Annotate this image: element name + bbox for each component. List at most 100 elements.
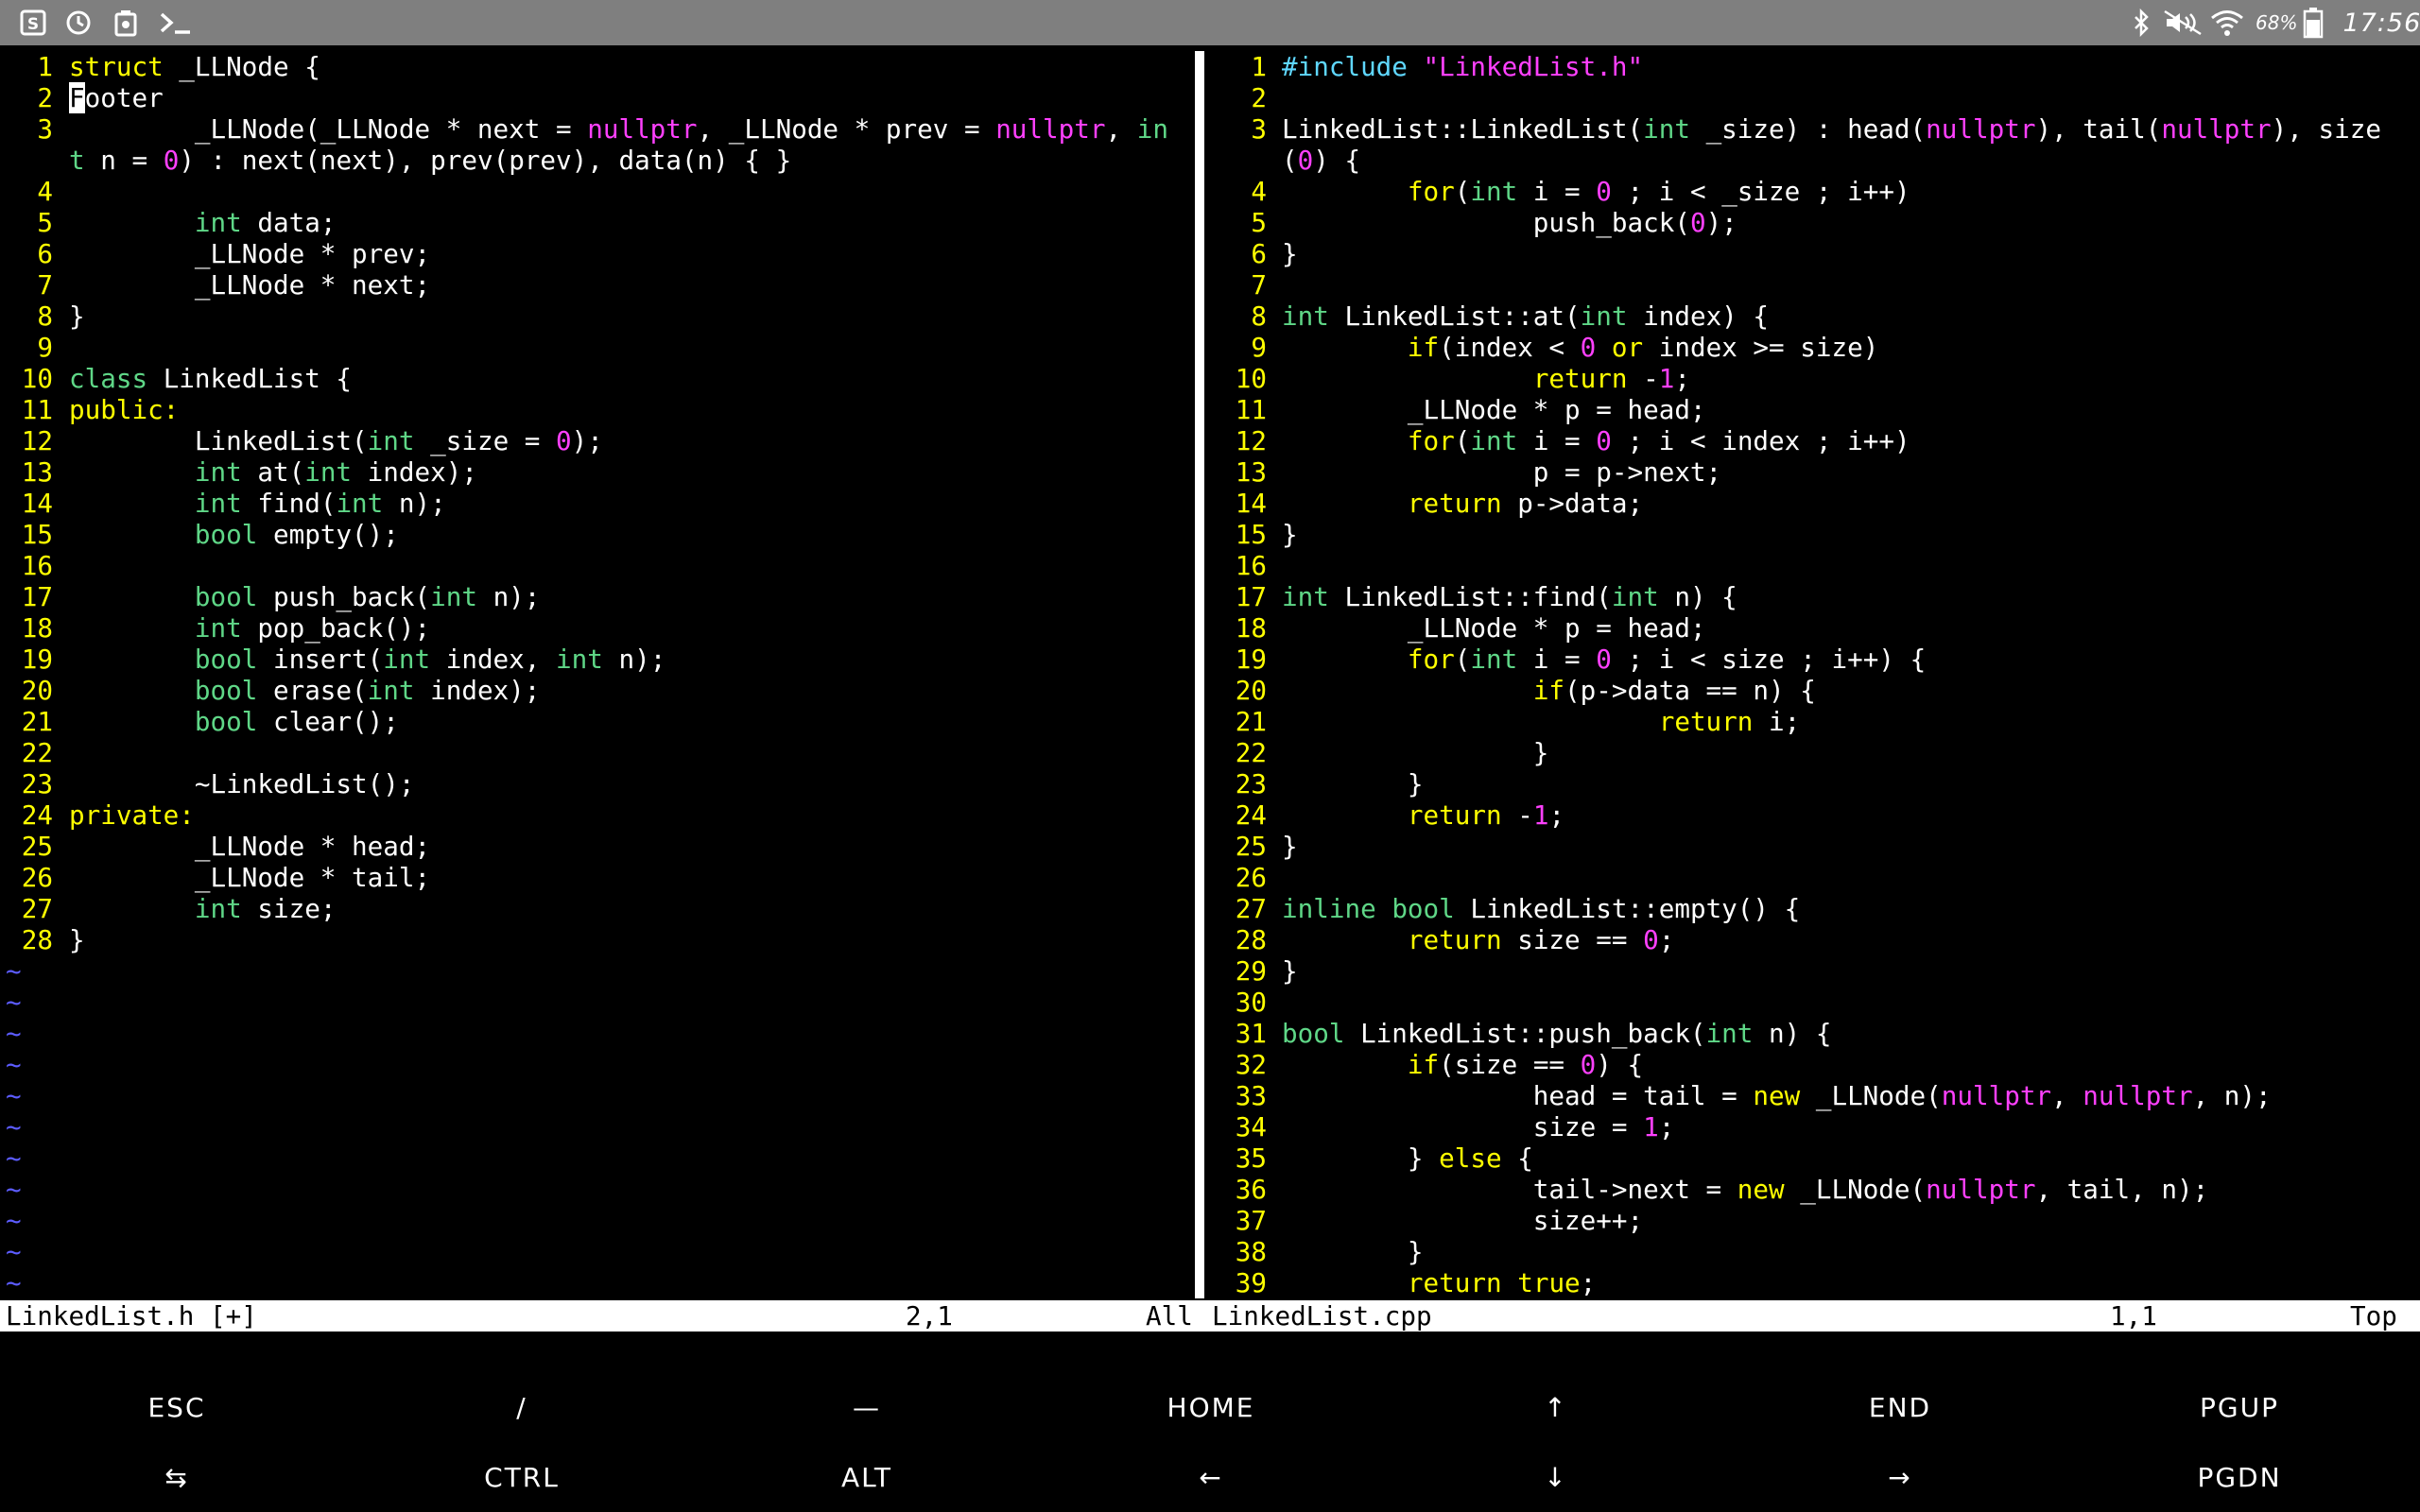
code-line[interactable]: 12 LinkedList(int _size = 0);: [0, 425, 1193, 456]
code-lines[interactable]: 1 struct _LLNode {2 Footer 3 _LLNode(_LLNod…: [0, 51, 1193, 1298]
key-dash[interactable]: —: [694, 1371, 1040, 1443]
code-line[interactable]: 20 if(p->data == n) {: [1206, 675, 2420, 706]
key-alt[interactable]: ALT: [694, 1441, 1040, 1512]
code-line[interactable]: 16: [1206, 550, 2420, 581]
code-line[interactable]: 13 int at(int index);: [0, 456, 1193, 488]
code-line[interactable]: 4 for(int i = 0 ; i < _size ; i++): [1206, 176, 2420, 207]
code-line[interactable]: 26: [1206, 862, 2420, 893]
code-line[interactable]: 26 _LLNode * tail;: [0, 862, 1193, 893]
code-line[interactable]: 1 #include "LinkedList.h": [1206, 51, 2420, 82]
code-line[interactable]: 24 private:: [0, 799, 1193, 831]
code-line[interactable]: 31 bool LinkedList::push_back(int n) {: [1206, 1018, 2420, 1049]
key-ctrl[interactable]: CTRL: [349, 1441, 695, 1512]
code-line[interactable]: 3 _LLNode(_LLNode * next = nullptr, _LLN…: [0, 113, 1193, 145]
code-line[interactable]: 13 p = p->next;: [1206, 456, 2420, 488]
code-line[interactable]: 16: [0, 550, 1193, 581]
key-pgup[interactable]: PGUP: [2066, 1371, 2412, 1443]
code-line[interactable]: 11 _LLNode * p = head;: [1206, 394, 2420, 425]
code-line[interactable]: 36 tail->next = new _LLNode(nullptr, tai…: [1206, 1174, 2420, 1205]
code-line[interactable]: 21 bool clear();: [0, 706, 1193, 737]
code-line[interactable]: 24 return -1;: [1206, 799, 2420, 831]
code-line[interactable]: 25}: [1206, 831, 2420, 862]
code-line[interactable]: 33 head = tail = new _LLNode(nullptr, nu…: [1206, 1080, 2420, 1111]
code-line[interactable]: 20 bool erase(int index);: [0, 675, 1193, 706]
code-line[interactable]: 29}: [1206, 955, 2420, 987]
code-line[interactable]: 18 int pop_back();: [0, 612, 1193, 644]
editor-pane-linkedlist-h[interactable]: 1 struct _LLNode {2 Footer 3 _LLNode(_LLNod…: [0, 51, 1193, 1298]
key-pgdn[interactable]: PGDN: [2066, 1441, 2412, 1512]
code-line[interactable]: 35 } else {: [1206, 1143, 2420, 1174]
code-line[interactable]: 1 struct _LLNode {: [0, 51, 1193, 82]
code-line[interactable]: 28}: [0, 924, 1193, 955]
code-line[interactable]: 27 int size;: [0, 893, 1193, 924]
code-line[interactable]: 21 return i;: [1206, 706, 2420, 737]
key-esc[interactable]: ESC: [4, 1371, 350, 1443]
key-up-arrow[interactable]: ↑: [1383, 1371, 1729, 1443]
code-line[interactable]: 9 if(index < 0 or index >= size): [1206, 332, 2420, 363]
code-line[interactable]: 2: [1206, 82, 2420, 113]
code-line[interactable]: 8}: [0, 301, 1193, 332]
code-line[interactable]: 12 for(int i = 0 ; i < index ; i++): [1206, 425, 2420, 456]
code-line[interactable]: 18 _LLNode * p = head;: [1206, 612, 2420, 644]
code-line[interactable]: 19 bool insert(int index, int n);: [0, 644, 1193, 675]
code-line[interactable]: 14 return p->data;: [1206, 488, 2420, 519]
code-token: 0: [1580, 332, 1597, 363]
code-line[interactable]: 6 _LLNode * prev;: [0, 238, 1193, 269]
code-token: for: [1407, 176, 1455, 207]
code-line[interactable]: 39 return true;: [1206, 1267, 2420, 1298]
code-line[interactable]: 37 size++;: [1206, 1205, 2420, 1236]
code-token: data;: [241, 207, 337, 238]
code-token: (: [1454, 425, 1471, 456]
code-line[interactable]: 19 for(int i = 0 ; i < size ; i++) {: [1206, 644, 2420, 675]
code-line[interactable]: 10 class LinkedList {: [0, 363, 1193, 394]
code-lines[interactable]: 1 #include "LinkedList.h" 2 3 LinkedList::Li…: [1206, 51, 2420, 1298]
code-line[interactable]: 25 _LLNode * head;: [0, 831, 1193, 862]
code-line[interactable]: 4: [0, 176, 1193, 207]
code-line[interactable]: (0) {: [1206, 145, 2420, 176]
code-line[interactable]: 2 Footer: [0, 82, 1193, 113]
key-left-arrow[interactable]: ←: [1038, 1441, 1384, 1512]
code-line[interactable]: 34 size = 1;: [1206, 1111, 2420, 1143]
code-line[interactable]: 7 _LLNode * next;: [0, 269, 1193, 301]
code-token: i =: [1517, 644, 1597, 675]
code-line[interactable]: 30: [1206, 987, 2420, 1018]
code-line[interactable]: 11 public:: [0, 394, 1193, 425]
line-number: 33: [1235, 1080, 1267, 1111]
key-home[interactable]: HOME: [1038, 1371, 1384, 1443]
code-line[interactable]: 6}: [1206, 238, 2420, 269]
code-line[interactable]: 32 if(size == 0) {: [1206, 1049, 2420, 1080]
code-line[interactable]: 17 bool push_back(int n);: [0, 581, 1193, 612]
key-end[interactable]: END: [1727, 1371, 2073, 1443]
code-line[interactable]: 23 }: [1206, 768, 2420, 799]
key-slash[interactable]: /: [349, 1371, 695, 1443]
code-token: index);: [352, 456, 477, 488]
code-line[interactable]: 17 int LinkedList::find(int n) {: [1206, 581, 2420, 612]
code-line[interactable]: 28 return size == 0;: [1206, 924, 2420, 955]
code-line[interactable]: 10 return -1;: [1206, 363, 2420, 394]
code-line[interactable]: 27 inline bool LinkedList::empty() {: [1206, 893, 2420, 924]
code-line[interactable]: 9: [0, 332, 1193, 363]
key-right-arrow[interactable]: →: [1727, 1441, 2073, 1512]
code-line[interactable]: 5 push_back(0);: [1206, 207, 2420, 238]
key-down-arrow[interactable]: ↓: [1383, 1441, 1729, 1512]
vertical-split-separator[interactable]: [1195, 51, 1204, 1298]
code-line[interactable]: 23 ~LinkedList();: [0, 768, 1193, 799]
code-line[interactable]: t n = 0) : next(next), prev(prev), data(…: [0, 145, 1193, 176]
code-line[interactable]: 3 LinkedList::LinkedList(int _size) : hea…: [1206, 113, 2420, 145]
code-token: 0: [1689, 207, 1706, 238]
code-line[interactable]: 5 int data;: [0, 207, 1193, 238]
code-line[interactable]: 15}: [1206, 519, 2420, 550]
code-line[interactable]: 38 }: [1206, 1236, 2420, 1267]
code-line[interactable]: 15 bool empty();: [0, 519, 1193, 550]
code-line[interactable]: 8 int LinkedList::at(int index) {: [1206, 301, 2420, 332]
code-line[interactable]: 22: [0, 737, 1193, 768]
code-line[interactable]: 14 int find(int n);: [0, 488, 1193, 519]
code-token: LinkedList::push_back(: [1344, 1018, 1706, 1049]
code-line[interactable]: 22 }: [1206, 737, 2420, 768]
key-tab[interactable]: ⇆: [4, 1441, 350, 1512]
code-line[interactable]: 7: [1206, 269, 2420, 301]
editor-pane-linkedlist-cpp[interactable]: 1 #include "LinkedList.h" 2 3 LinkedList::Li…: [1206, 51, 2420, 1298]
